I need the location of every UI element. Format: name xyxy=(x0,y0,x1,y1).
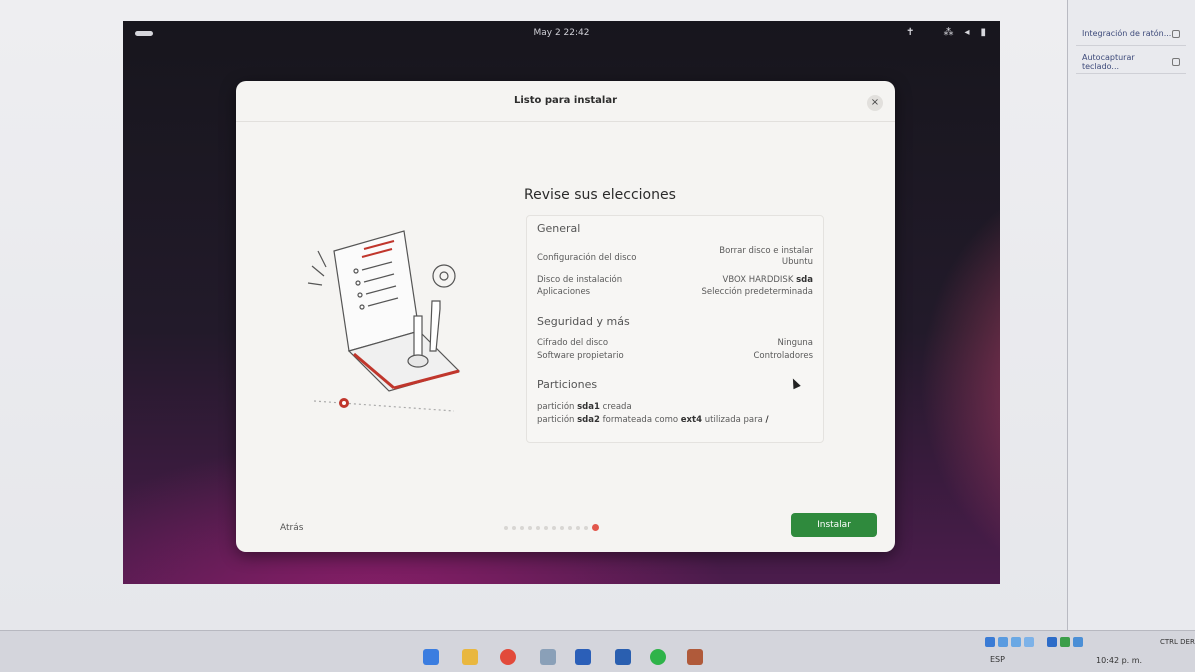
progress-dot xyxy=(576,525,580,530)
partition-device: sda1 xyxy=(577,402,600,412)
system-tray[interactable]: ✝ ⁂ ◂ ▮ xyxy=(906,27,986,38)
review-heading: Revise sus elecciones xyxy=(524,187,676,203)
progress-dot xyxy=(504,525,508,530)
disk-config-value-line2: Ubuntu xyxy=(781,257,813,267)
partition-word: partición xyxy=(537,415,575,425)
installer-dialog: Listo para instalar × Revise sus eleccio… xyxy=(236,81,895,552)
optical-status-icon xyxy=(998,637,1008,647)
app-icon-2[interactable] xyxy=(687,649,703,665)
cpu-status-icon xyxy=(1073,637,1083,647)
back-button[interactable]: Atrás xyxy=(280,523,303,533)
partition-action: creada xyxy=(602,402,632,412)
partition-action: formateada como xyxy=(602,415,679,425)
recording-status-icon xyxy=(1060,637,1070,647)
proprietary-label: Software propietario xyxy=(537,351,624,361)
progress-dot xyxy=(584,525,588,530)
auto-capture-label: Autocapturar teclado... xyxy=(1082,52,1135,71)
dialog-title: Listo para instalar xyxy=(513,95,618,106)
apps-value: Selección predeterminada xyxy=(701,287,813,297)
toggle-icon xyxy=(1172,29,1180,38)
network-icon: ⁂ xyxy=(943,27,954,38)
progress-dot xyxy=(560,525,564,530)
apps-label: Aplicaciones xyxy=(537,287,591,297)
partition-usage: utilizada para xyxy=(704,415,763,425)
install-disk-label: Disco de instalación xyxy=(537,275,623,285)
toggle-icon xyxy=(1172,57,1180,66)
progress-dot-active xyxy=(592,524,599,531)
progress-dot xyxy=(512,525,516,530)
host-key-label: CTRL DER xyxy=(1160,638,1195,646)
vbox-status-icons xyxy=(985,637,1083,649)
partition-word: partición xyxy=(537,402,575,412)
network-status-icon xyxy=(1011,637,1021,647)
partition-mountpoint: / xyxy=(765,415,769,425)
progress-dot xyxy=(528,525,532,530)
accessibility-icon[interactable]: ✝ xyxy=(906,27,914,38)
mouse-integration-label: Integración de ratón... xyxy=(1082,29,1172,38)
gnome-top-bar: May 2 22:42 ✝ ⁂ ◂ ▮ xyxy=(123,21,1000,46)
chrome-icon[interactable] xyxy=(500,649,516,665)
virtualbox-icon[interactable] xyxy=(615,649,631,665)
whatsapp-icon[interactable] xyxy=(650,649,666,665)
encryption-value: Ninguna xyxy=(777,338,814,348)
progress-dot xyxy=(544,525,548,530)
section-security-title: Seguridad y más xyxy=(537,315,630,328)
disk-config-value-line1: Borrar disco e instalar xyxy=(719,246,813,256)
language-indicator[interactable]: ESP xyxy=(990,655,1005,664)
section-partitions-title: Particiones xyxy=(537,378,598,391)
dialog-header: Listo para instalar × xyxy=(236,81,895,122)
display-status-icon xyxy=(1047,637,1057,647)
progress-dot xyxy=(520,525,524,530)
disk-config-label: Configuración del disco xyxy=(537,253,637,263)
top-bar-clock[interactable]: May 2 22:42 xyxy=(123,28,1000,38)
encryption-label: Cifrado del disco xyxy=(537,338,609,348)
battery-icon: ▮ xyxy=(980,27,986,38)
summary-panel: General Configuración del disco Borrar d… xyxy=(526,215,824,443)
close-icon[interactable]: × xyxy=(867,95,883,111)
volume-icon: ◂ xyxy=(964,27,970,38)
auto-capture-keyboard-button[interactable]: Autocapturar teclado... xyxy=(1076,50,1186,74)
windows-start-icon[interactable] xyxy=(423,649,439,665)
host-clock[interactable]: 10:42 p. m. xyxy=(1096,656,1142,665)
host-side-panel: Integración de ratón... Autocapturar tec… xyxy=(1067,0,1195,630)
laptop-tools-illustration xyxy=(307,230,461,412)
install-disk-value: VBOX HARDDISK sda xyxy=(723,275,813,285)
mouse-integration-button[interactable]: Integración de ratón... xyxy=(1076,22,1186,46)
partition-device: sda2 xyxy=(577,415,600,425)
progress-dot xyxy=(568,525,572,530)
proprietary-value: Controladores xyxy=(753,351,814,361)
file-explorer-icon[interactable] xyxy=(462,649,478,665)
vm-display: May 2 22:42 ✝ ⁂ ◂ ▮ Listo para instalar … xyxy=(123,21,1000,584)
partition-1-line: partición sda1 creada xyxy=(537,402,632,412)
progress-dot xyxy=(552,525,556,530)
partition-filesystem: ext4 xyxy=(680,415,703,425)
install-disk-model: VBOX HARDDISK xyxy=(722,275,794,285)
section-general-title: General xyxy=(537,222,581,235)
usb-status-icon xyxy=(1024,637,1034,647)
app-icon[interactable] xyxy=(540,649,556,665)
word-icon[interactable] xyxy=(575,649,591,665)
partition-2-line: partición sda2 formateada como ext4 util… xyxy=(537,415,769,425)
install-disk-device: sda xyxy=(796,275,813,285)
hdd-status-icon xyxy=(985,637,995,647)
step-progress-dots xyxy=(504,524,599,531)
install-button[interactable]: Instalar xyxy=(791,513,877,537)
progress-dot xyxy=(536,525,540,530)
